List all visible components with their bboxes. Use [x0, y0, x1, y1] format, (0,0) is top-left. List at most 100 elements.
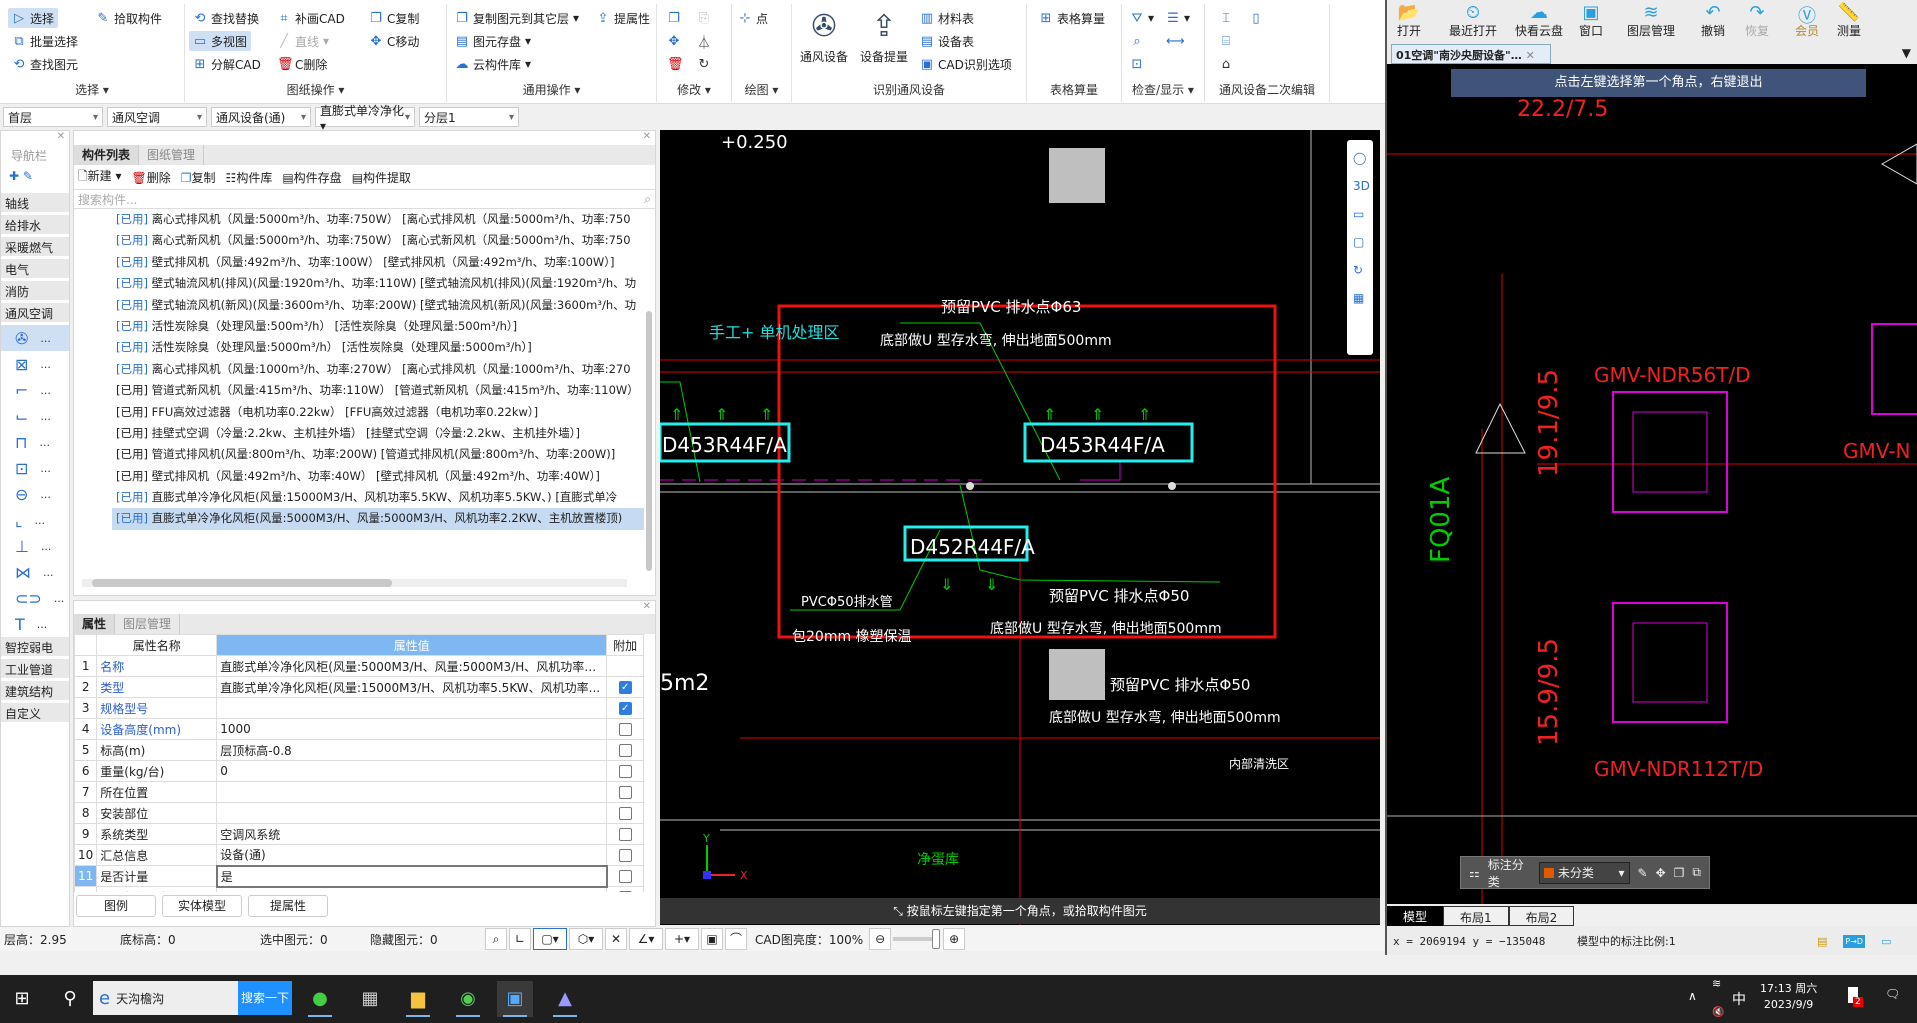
horizontal-scrollbar[interactable]	[82, 579, 627, 587]
list-item[interactable]: [已用] 直膨式单冷净化风柜(风量:15000M3/H、风机功率5.5KW、风机…	[74, 487, 644, 508]
batch-select-button[interactable]: ⧉ 批量选择	[8, 31, 82, 51]
edit-icon[interactable]: ✎	[1638, 866, 1648, 880]
extract-attribute-button[interactable]: ⇪ 提属性	[592, 8, 654, 28]
display-button[interactable]: ⊡	[1126, 54, 1148, 74]
component-type-select[interactable]: 直膨式单冷净化▾	[315, 104, 415, 133]
rotate-tool[interactable]: ↻	[693, 54, 715, 74]
action-center-icon[interactable]: 🗨	[1885, 987, 1900, 1001]
list-item[interactable]: [已用] 壁式排风机（风量:492m³/h、功率:100W） [壁式排风机（风量…	[74, 252, 644, 273]
pdf-icon[interactable]: ▤	[1817, 935, 1827, 948]
list-item[interactable]: [已用] 壁式轴流风机(排风)(风量:1920m³/h、功率:110W) [壁式…	[74, 273, 644, 294]
list-item[interactable]: [已用] 管道式新风机（风量:415m³/h、功率:110W） [管道式新风机（…	[74, 380, 644, 401]
dimension-icon[interactable]: +▾	[665, 928, 699, 950]
floor-select[interactable]: 首层	[3, 107, 103, 127]
nav-category-button[interactable]: ✇...	[1, 325, 69, 351]
list-item[interactable]: [已用] 直膨式单冷净化风柜(风量:5000M3/H、风量:5000M3/H、风…	[112, 508, 644, 530]
list-item[interactable]: [已用] 离心式排风机（风量:5000m³/h、功率:750W） [离心式排风机…	[74, 209, 644, 230]
list-item[interactable]: [已用] 活性炭除臭（处理风量:500m³/h） [活性炭除臭（处理风量:500…	[74, 316, 644, 337]
app-icon[interactable]: ▲	[547, 981, 583, 1017]
brightness-slider[interactable]	[893, 929, 941, 949]
property-value[interactable]: 层顶标高-0.8	[216, 739, 608, 761]
list-item[interactable]: [已用] 挂壁式空调（冷量:2.2kw、主机挂外墙） [挂壁式空调（冷量:2.2…	[74, 423, 644, 444]
point-button[interactable]: ⊹ 点	[734, 8, 772, 28]
polyline-icon[interactable]: ⌒	[725, 928, 747, 950]
viewer-folder-open-button[interactable]: 📂 打开	[1397, 2, 1421, 39]
filter-button[interactable]: ⛛ ▾	[1126, 8, 1158, 28]
list-item[interactable]: [已用] 离心式排风机（风量:1000m³/h、功率:270W） [离心式排风机…	[74, 359, 644, 380]
tab-component-list[interactable]: 构件列表	[74, 145, 140, 165]
extra-checkbox[interactable]: ✓	[618, 681, 632, 694]
extra-checkbox[interactable]	[618, 870, 632, 883]
cad-canvas[interactable]: ⇑ ⇑ ⇑ ⇑ ⇑ ⇑ ⇓ ⇓ +0.250 手工+ 单机处理区 预留PVC 排水点Φ63…	[660, 130, 1380, 925]
tab-drawing-management[interactable]: 图纸管理	[139, 145, 205, 165]
layers-button[interactable]: ☰ ▾	[1162, 8, 1194, 28]
calculator-icon[interactable]: ▦	[352, 981, 388, 1017]
cad-app-icon[interactable]: ▣	[497, 981, 533, 1017]
delete-button[interactable]: 🗑删除	[132, 169, 171, 186]
move-icon[interactable]: ✥	[1656, 866, 1666, 880]
nav-item[interactable]: 轴线	[1, 193, 69, 215]
nav-category-button[interactable]: ⊠...	[1, 351, 69, 377]
edit-box-button[interactable]: ⌸	[1215, 31, 1237, 51]
close-icon[interactable]: ✕	[1, 131, 69, 147]
copy-tool[interactable]: ❐	[663, 8, 685, 28]
nav-category-button[interactable]: ⋈...	[1, 559, 69, 585]
table-calc-button[interactable]: ⊞ 表格算量	[1035, 8, 1109, 28]
property-value[interactable]: 是	[215, 864, 608, 888]
nav-item[interactable]: 消防	[1, 281, 69, 303]
property-value[interactable]: 设备(通)	[216, 844, 608, 866]
cad-options-button[interactable]: ▣ CAD识别选项	[916, 54, 1016, 74]
extract-attribute-button[interactable]: 提属性	[248, 895, 328, 917]
extra-checkbox[interactable]	[618, 828, 632, 841]
wechat-icon[interactable]: ●	[302, 981, 338, 1017]
close-icon[interactable]: ✕	[74, 131, 655, 145]
c-move-button[interactable]: ✥ C移动	[365, 31, 423, 51]
clock[interactable]: 17:13 周六 2023/9/9	[1760, 981, 1817, 1013]
nav-category-button[interactable]: ⌙...	[1, 403, 69, 429]
viewer-redo-button[interactable]: ↷ 恢复	[1745, 2, 1769, 39]
volume-muted-icon[interactable]: 🔇	[1712, 1007, 1724, 1018]
extra-checkbox[interactable]	[618, 807, 632, 820]
nav-item[interactable]: 建筑结构	[1, 681, 69, 703]
tab-layout1[interactable]: 布局1	[1443, 906, 1509, 926]
nav-item[interactable]: 电气	[1, 259, 69, 281]
annotation-category-select[interactable]: 未分类 ▾	[1538, 861, 1630, 884]
nav-item[interactable]: 智控弱电	[1, 637, 69, 659]
dropdown-icon[interactable]: ▼	[1902, 46, 1911, 60]
nav-category-button[interactable]: ⌞...	[1, 507, 69, 533]
property-value[interactable]: 直膨式单冷净化风柜(风量:15000M3/H、风机功率5.5KW、风机功率...	[216, 676, 608, 698]
equipment-table-button[interactable]: ▤ 设备表	[916, 31, 978, 51]
list-item[interactable]: [已用] FFU高效过滤器（电机功率0.22kw） [FFU高效过滤器（电机功率…	[74, 402, 644, 423]
brightness-decrease-button[interactable]: ⊖	[869, 928, 892, 950]
explode-cad-button[interactable]: ⊞ 分解CAD	[189, 54, 265, 74]
snap-icon[interactable]: ▢▾	[533, 928, 567, 950]
search-icon[interactable]: ⚲	[52, 981, 88, 1017]
ventilation-device-button[interactable]: ✇ 通风设备	[800, 10, 848, 65]
minimize-icon[interactable]: ▭	[1881, 935, 1891, 948]
p-to-d-icon[interactable]: P→D	[1843, 934, 1866, 948]
browser-icon[interactable]: ◉	[450, 981, 486, 1017]
property-value[interactable]: 直膨式单冷净化风柜(风量:5000M3/H、风量:5000M3/H、风机功率2.…	[216, 655, 608, 677]
property-value[interactable]: 0	[216, 760, 608, 782]
component-save-button[interactable]: ▤构件存盘	[282, 169, 341, 186]
list-item[interactable]: [已用] 壁式排风机（风量:492m³/h、功率:40W） [壁式排风机（风量:…	[74, 466, 644, 487]
paste-icon[interactable]: ⧉	[1692, 865, 1701, 880]
copy-icon[interactable]: ❐	[1674, 866, 1685, 880]
viewer-canvas[interactable]: GMV-NDR56T/D GMV-NDR112T/D GMV-N 22.2/7.…	[1387, 64, 1917, 904]
taskbar-search-box[interactable]: e 天沟檐沟	[93, 981, 238, 1015]
tab-properties[interactable]: 属性	[74, 614, 116, 634]
nav-item[interactable]: 自定义	[1, 703, 69, 725]
tray-expand-icon[interactable]: ∧	[1688, 989, 1697, 1003]
nav-category-button[interactable]: ⌐...	[1, 377, 69, 403]
find-replace-button[interactable]: ⟲ 查找替换	[189, 8, 263, 28]
viewer-layers-button[interactable]: ≋ 图层管理	[1627, 2, 1675, 39]
ime-indicator[interactable]: 中	[1732, 989, 1746, 1009]
solid-model-button[interactable]: 实体模型	[162, 895, 242, 917]
add-icon[interactable]: ✚	[9, 169, 19, 183]
viewer-cloud-drive-button[interactable]: ☁ 快看云盘	[1515, 2, 1563, 39]
3d-view-icon[interactable]: ⬡▾	[569, 928, 603, 950]
file-explorer-icon[interactable]: ▆	[400, 981, 436, 1017]
list-item[interactable]: [已用] 管道式排风机(风量:800m³/h、功率:200W) [管道式排风机(…	[74, 444, 644, 465]
sublayer-select[interactable]: 分层1	[419, 107, 519, 127]
property-value[interactable]: 空调风系统	[216, 823, 608, 845]
